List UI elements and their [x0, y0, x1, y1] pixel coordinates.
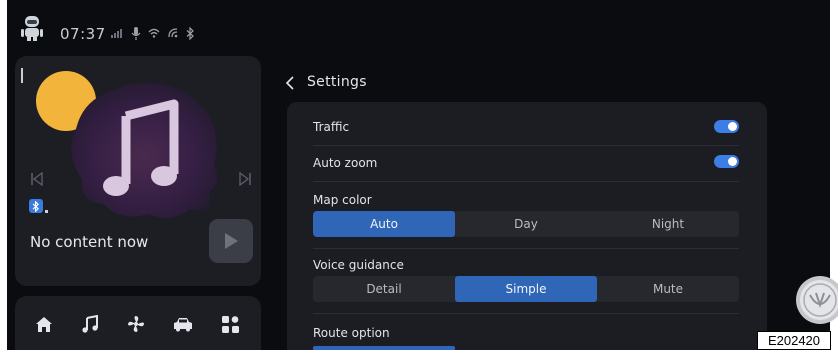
map-color-selector: Auto Day Night	[313, 211, 739, 237]
play-icon	[225, 233, 238, 249]
page-title: Settings	[307, 74, 367, 90]
album-art-placeholder-icon	[71, 82, 218, 219]
voice-guidance-option-mute[interactable]: Mute	[597, 276, 739, 302]
traffic-toggle[interactable]	[714, 120, 739, 133]
voice-guidance-selector: Detail Simple Mute	[313, 276, 739, 302]
rotary-knob-icon	[796, 276, 838, 324]
figure-reference-code: E202420	[757, 331, 831, 350]
chevron-left-icon[interactable]	[284, 74, 298, 92]
bluetooth-source-icon	[29, 199, 43, 213]
source-indicator-dot	[45, 210, 48, 213]
play-button[interactable]	[209, 219, 253, 263]
previous-track-icon[interactable]	[31, 171, 43, 190]
robot-avatar-icon[interactable]	[19, 14, 45, 42]
next-track-icon[interactable]	[239, 171, 251, 190]
car-icon[interactable]	[172, 314, 194, 334]
voice-guidance-option-detail[interactable]: Detail	[313, 276, 455, 302]
map-color-option-day[interactable]: Day	[455, 211, 597, 237]
auto-zoom-toggle[interactable]	[714, 155, 739, 168]
map-color-option-auto[interactable]: Auto	[313, 211, 455, 237]
voice-guidance-label: Voice guidance	[313, 258, 404, 272]
toggle-knob	[728, 122, 737, 131]
route-option-selected-segment	[313, 346, 455, 350]
wifi-icon	[148, 26, 160, 40]
auto-zoom-label: Auto zoom	[313, 156, 378, 170]
traffic-label: Traffic	[313, 120, 350, 134]
home-icon[interactable]	[34, 314, 54, 334]
route-option-label[interactable]: Route option	[313, 326, 390, 340]
divider	[313, 313, 739, 314]
divider	[313, 248, 739, 249]
signal-icon	[111, 26, 123, 40]
map-color-option-night[interactable]: Night	[597, 211, 739, 237]
apps-grid-icon[interactable]	[220, 314, 240, 334]
media-empty-message: No content now	[30, 233, 149, 251]
fan-icon[interactable]	[126, 314, 146, 334]
indicator-mark	[21, 68, 23, 83]
map-color-label: Map color	[313, 193, 372, 207]
clock-time: 07:37	[60, 25, 106, 43]
divider	[313, 181, 739, 182]
infotainment-screen: 07:37 No content now Settings Traffic Au…	[7, 0, 830, 350]
toggle-knob	[728, 157, 737, 166]
nfc-icon	[167, 26, 179, 40]
music-icon[interactable]	[80, 314, 100, 334]
bluetooth-icon	[185, 26, 195, 40]
voice-guidance-option-simple[interactable]: Simple	[455, 276, 597, 302]
mic-icon	[131, 26, 141, 40]
divider	[313, 145, 739, 146]
